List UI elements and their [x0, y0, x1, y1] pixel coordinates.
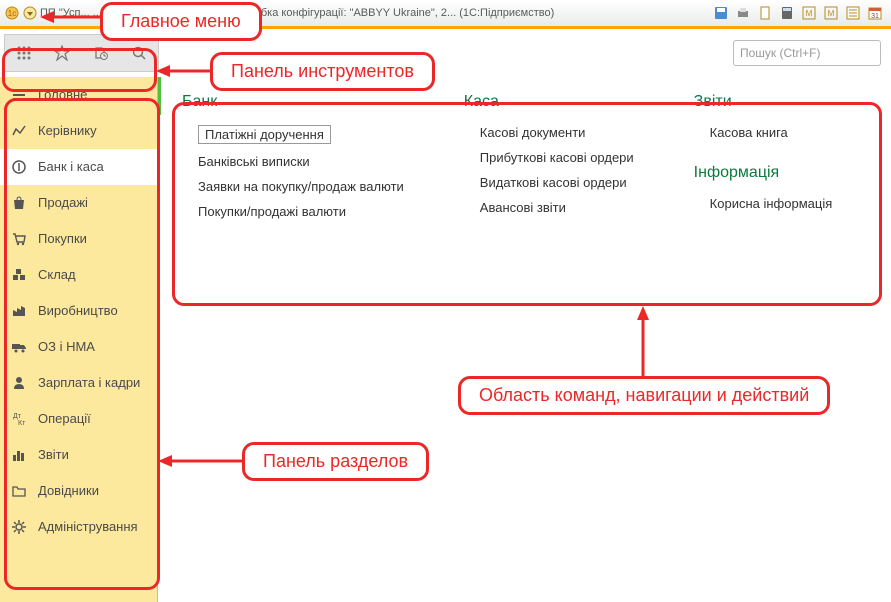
svg-text:M: M — [828, 9, 835, 18]
callout-mainmenu: Главное меню — [100, 2, 262, 41]
callout-commands: Область команд, навигации и действий — [458, 376, 830, 415]
callout-sections: Панель разделов — [242, 442, 429, 481]
print-icon[interactable] — [735, 5, 751, 21]
arrow-commands — [636, 306, 650, 383]
tool-m-icon[interactable]: M — [801, 5, 817, 21]
highlight-sidebar — [4, 98, 160, 590]
search-placeholder: Пошук (Ctrl+F) — [740, 46, 821, 60]
arrow-sections — [158, 454, 246, 471]
svg-text:M: M — [806, 9, 813, 18]
highlight-content — [172, 102, 882, 306]
arrow-mainmenu — [40, 10, 102, 27]
save-icon[interactable] — [713, 5, 729, 21]
list-icon[interactable] — [845, 5, 861, 21]
search-input[interactable]: Пошук (Ctrl+F) — [733, 40, 881, 66]
calendar-icon[interactable]: 31 — [867, 5, 883, 21]
tool-m2-icon[interactable]: M — [823, 5, 839, 21]
calc-icon[interactable] — [779, 5, 795, 21]
titlebar-tools: M M 31 — [713, 5, 883, 21]
document-icon[interactable] — [757, 5, 773, 21]
dropdown-icon[interactable] — [22, 5, 38, 21]
callout-toolbar: Панель инструментов — [210, 52, 435, 91]
highlight-toolbar — [2, 48, 157, 92]
svg-text:1c: 1c — [8, 9, 16, 18]
app-icon: 1c — [4, 5, 20, 21]
arrow-toolbar — [156, 64, 214, 81]
svg-text:31: 31 — [871, 13, 879, 20]
